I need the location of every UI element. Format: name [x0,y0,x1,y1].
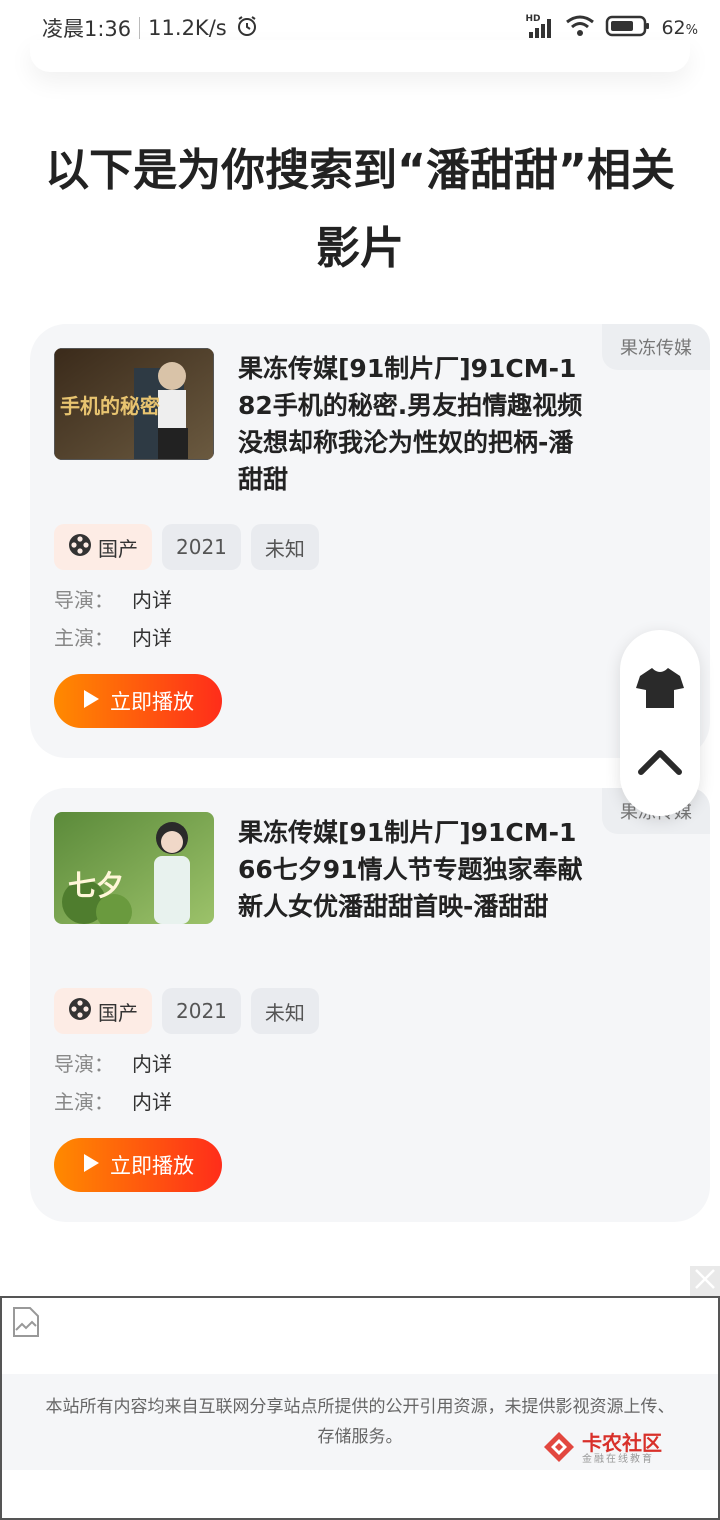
region-tag[interactable]: 国产 [54,988,152,1034]
broken-image-icon [12,1306,40,1342]
year-tag[interactable]: 2021 [162,524,241,570]
wifi-icon [565,14,595,43]
director-value: 内详 [132,1052,172,1076]
play-label: 立即播放 [110,690,194,714]
search-header-bottom [30,40,690,72]
tshirt-icon[interactable] [636,666,684,714]
thumbnail-caption: 手机的秘密 [60,394,160,418]
status-time: 凌晨1:36 [42,17,132,41]
watermark: 卡农社区 金融在线教育 [542,1430,662,1468]
play-label: 立即播放 [110,1154,194,1178]
result-card: 果冻传媒 手机的秘密 果冻传媒[91制片厂]91CM-182手机的秘密.男友拍情… [30,324,710,758]
director-label: 导演： [54,588,114,612]
tag-row: 国产 2021 未知 [54,988,319,1034]
status-tag[interactable]: 未知 [250,524,319,570]
actor-row: 主演： 内详 [54,622,172,651]
status-divider [139,17,141,39]
play-icon [82,689,100,714]
ad-banner[interactable]: 本站所有内容均来自互联网分享站点所提供的公开引用资源，未提供影视资源上传、存储服… [0,1296,720,1520]
close-icon [693,1267,717,1295]
movie-title[interactable]: 果冻传媒[91制片厂]91CM-166七夕91情人节专题独家奉献新人女优潘甜甜首… [238,814,590,925]
result-card: 果冻传媒 七夕 果冻传媒[91制片厂]91CM-166七夕91情人节专题独家奉献… [30,788,710,1222]
play-button[interactable]: 立即播放 [54,1138,222,1192]
region-tag[interactable]: 国产 [54,524,152,570]
actor-value: 内详 [132,626,172,650]
actor-row: 主演： 内详 [54,1086,172,1115]
status-tag[interactable]: 未知 [250,988,319,1034]
actor-label: 主演： [54,1090,114,1114]
chevron-up-icon[interactable] [637,746,683,780]
floating-action-panel [620,630,700,816]
watermark-text: 卡农社区 金融在线教育 [582,1432,662,1466]
battery-icon [605,14,651,43]
battery-percent-value: 62 [661,17,686,39]
play-button[interactable]: 立即播放 [54,674,222,728]
movie-title[interactable]: 果冻传媒[91制片厂]91CM-182手机的秘密.男友拍情趣视频没想却称我沦为性… [238,350,590,498]
tag-row: 国产 2021 未知 [54,524,319,570]
watermark-title: 卡农社区 [582,1431,662,1455]
battery-percent: 62% [661,17,698,39]
director-row: 导演： 内详 [54,584,172,613]
director-value: 内详 [132,588,172,612]
status-net-speed: 11.2K/s [148,16,227,40]
director-label: 导演： [54,1052,114,1076]
signal-icon: HD [525,14,555,40]
movie-thumbnail[interactable]: 七夕 [54,812,214,924]
source-tag: 果冻传媒 [602,324,710,370]
watermark-logo-icon [542,1430,576,1468]
alarm-icon [235,14,259,43]
battery-percent-unit: % [685,23,698,38]
actor-value: 内详 [132,1090,172,1114]
watermark-subtitle: 金融在线教育 [582,1454,654,1465]
film-reel-icon [68,997,92,1026]
actor-label: 主演： [54,626,114,650]
region-label: 国产 [98,1000,138,1025]
film-reel-icon [68,533,92,562]
thumbnail-caption: 七夕 [68,869,125,902]
ad-close-button[interactable] [690,1266,720,1296]
year-tag[interactable]: 2021 [162,988,241,1034]
movie-thumbnail[interactable]: 手机的秘密 [54,348,214,460]
page-title: 以下是为你搜索到“潘甜甜”相关影片 [45,145,675,274]
region-label: 国产 [98,536,138,561]
status-right: HD 62% [525,14,698,43]
play-icon [82,1153,100,1178]
director-row: 导演： 内详 [54,1048,172,1077]
status-left: 凌晨1:36 11.2K/s [42,13,259,43]
